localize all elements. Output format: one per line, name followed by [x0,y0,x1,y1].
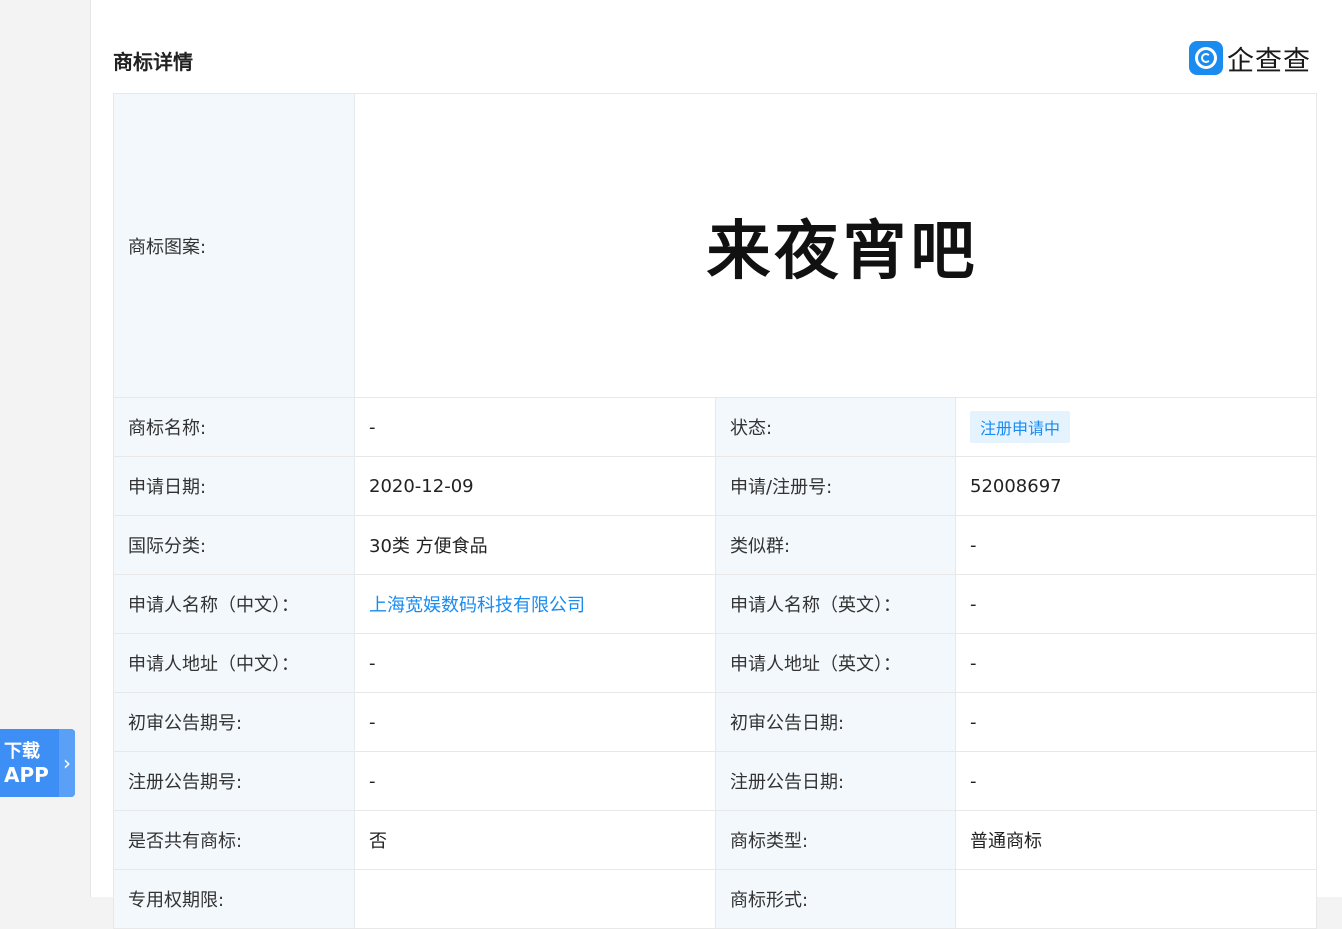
trademark-detail-table: 商标图案: 来夜宵吧 商标名称: - 状态: 注册申请中 申请日期: 2020-… [113,93,1318,929]
field-label: 初审公告期号: [113,692,355,752]
trademark-image-cell: 来夜宵吧 [353,93,1318,398]
field-value: - [354,751,716,811]
field-value: - [354,397,716,457]
table-row: 申请人地址（中文）： - 申请人地址（英文）： - [113,633,1318,693]
field-value: 普通商标 [954,810,1318,870]
field-label: 专用权期限: [113,869,355,929]
brand-name: 企查查 [1227,45,1311,77]
field-value: - [354,633,716,693]
field-label: 申请/注册号: [715,456,956,516]
field-value: 2020-12-09 [354,456,716,516]
field-value: - [954,692,1318,752]
field-label: 申请日期: [113,456,355,516]
table-row: 申请日期: 2020-12-09 申请/注册号: 52008697 [113,456,1318,516]
table-row: 注册公告期号: - 注册公告日期: - [113,751,1318,811]
chevron-right-icon: › [59,729,75,797]
download-app-button[interactable]: 下载 APP › [0,729,75,797]
field-label: 状态: [715,397,956,457]
download-app-label: 下载 [4,741,40,762]
field-value: - [954,515,1318,575]
field-label: 商标类型: [715,810,956,870]
field-value [954,869,1318,929]
field-label: 商标形式: [715,869,956,929]
trademark-image-row: 商标图案: 来夜宵吧 [113,93,1318,398]
field-label: 注册公告期号: [113,751,355,811]
field-value: - [954,574,1318,634]
applicant-link[interactable]: 上海宽娱数码科技有限公司 [369,595,585,616]
status-badge: 注册申请中 [970,411,1071,443]
field-label: 申请人名称（中文）： [113,574,355,634]
field-label: 类似群: [715,515,956,575]
qcc-logo-icon [1189,41,1223,75]
field-value: 否 [354,810,716,870]
field-label: 国际分类: [113,515,355,575]
field-value [354,869,716,929]
download-app-sublabel: APP [4,763,49,787]
table-row: 初审公告期号: - 初审公告日期: - [113,692,1318,752]
field-label: 初审公告日期: [715,692,956,752]
table-row: 商标名称: - 状态: 注册申请中 [113,397,1318,457]
field-value: 30类 方便食品 [354,515,716,575]
trademark-image-label: 商标图案: [113,93,355,398]
applicant-cell: 上海宽娱数码科技有限公司 [354,574,716,634]
field-label: 申请人地址（英文）： [715,633,956,693]
status-cell: 注册申请中 [954,397,1318,457]
field-label: 申请人名称（英文）： [715,574,956,634]
table-row: 专用权期限: 商标形式: [113,869,1318,929]
field-value: - [954,751,1318,811]
field-value: - [354,692,716,752]
table-row: 是否共有商标: 否 商标类型: 普通商标 [113,810,1318,870]
field-label: 是否共有商标: [113,810,355,870]
field-label: 注册公告日期: [715,751,956,811]
field-value: 52008697 [954,456,1318,516]
trademark-image: 来夜宵吧 [706,213,979,289]
field-value: - [954,633,1318,693]
field-label: 申请人地址（中文）： [113,633,355,693]
section-title: 商标详情 [113,50,193,74]
field-label: 商标名称: [113,397,355,457]
table-row: 申请人名称（中文）： 上海宽娱数码科技有限公司 申请人名称（英文）： - [113,574,1318,634]
brand-logo[interactable]: 企查查 [1189,41,1311,77]
table-row: 国际分类: 30类 方便食品 类似群: - [113,515,1318,575]
